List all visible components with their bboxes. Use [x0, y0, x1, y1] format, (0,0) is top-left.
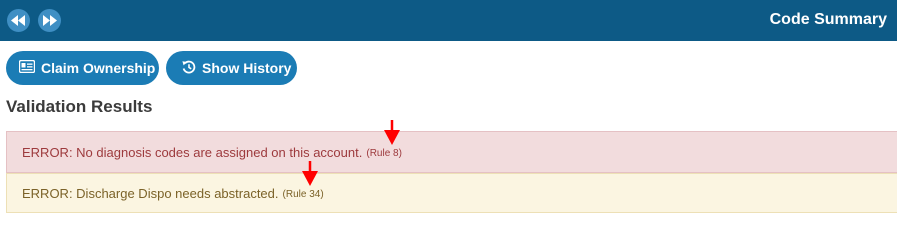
previous-button[interactable] [7, 9, 30, 32]
top-bar: Code Summary [0, 0, 897, 41]
rewind-icon [11, 15, 25, 26]
rule-reference[interactable]: (Rule 8) [366, 146, 402, 159]
rule-reference[interactable]: (Rule 34) [283, 187, 324, 200]
id-card-icon [18, 59, 36, 76]
claim-ownership-button[interactable]: Claim Ownership [6, 51, 159, 85]
validation-results-heading: Validation Results [6, 97, 153, 116]
validation-error-item: ERROR: Discharge Dispo needs abstracted.… [6, 173, 897, 213]
validation-error-item: ERROR: No diagnosis codes are assigned o… [6, 131, 897, 173]
next-button[interactable] [38, 9, 61, 32]
annotation-arrow-icon [302, 161, 318, 186]
error-message: ERROR: No diagnosis codes are assigned o… [22, 144, 363, 160]
annotation-arrow-icon [384, 120, 400, 145]
show-history-label: Show History [202, 60, 292, 76]
fast-forward-icon [43, 15, 57, 26]
page-title: Code Summary [769, 11, 887, 28]
error-message: ERROR: Discharge Dispo needs abstracted. [22, 185, 279, 201]
history-icon [182, 60, 196, 77]
show-history-button[interactable]: Show History [166, 51, 297, 85]
claim-ownership-label: Claim Ownership [41, 60, 156, 76]
